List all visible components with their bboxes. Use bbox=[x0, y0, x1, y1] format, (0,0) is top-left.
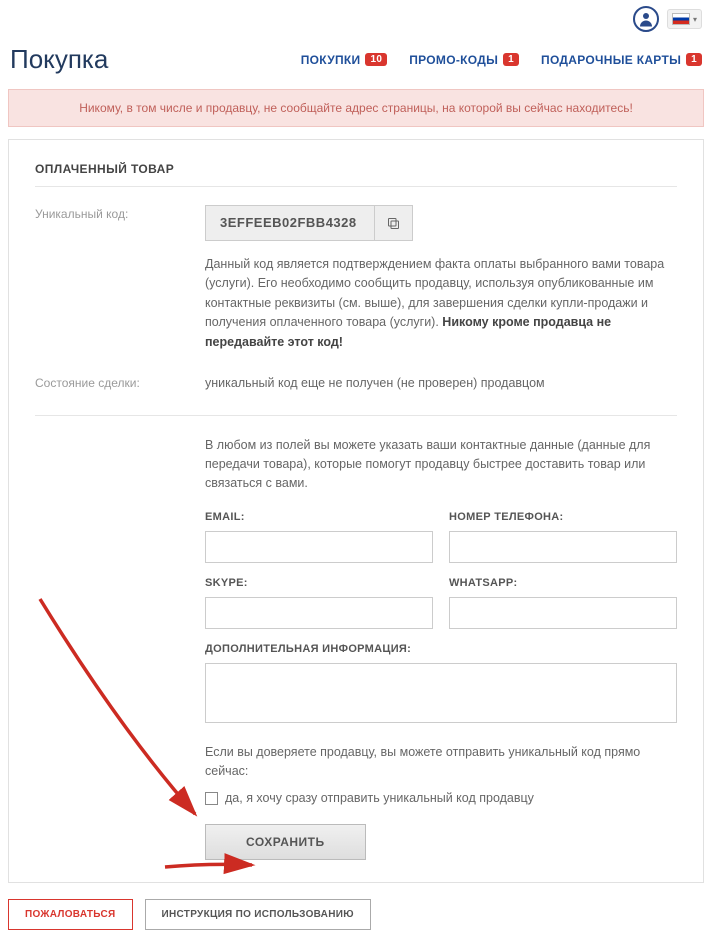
whatsapp-label: WHATSAPP: bbox=[449, 575, 677, 592]
locale-switch[interactable]: ▾ bbox=[667, 9, 702, 29]
tab-label: ПРОМО-КОДЫ bbox=[409, 53, 498, 67]
code-description: Данный код является подтверждением факта… bbox=[205, 255, 677, 352]
tab-giftcards[interactable]: ПОДАРОЧНЫЕ КАРТЫ 1 bbox=[541, 53, 702, 67]
contact-intro: В любом из полей вы можете указать ваши … bbox=[205, 436, 677, 492]
complain-button[interactable]: ПОЖАЛОВАТЬСЯ bbox=[8, 899, 133, 930]
instructions-button[interactable]: ИНСТРУКЦИЯ ПО ИСПОЛЬЗОВАНИЮ bbox=[145, 899, 371, 930]
extra-info-textarea[interactable] bbox=[205, 663, 677, 723]
section-title: ОПЛАЧЕННЫЙ ТОВАР bbox=[35, 162, 677, 187]
status-label: Состояние сделки: bbox=[35, 374, 165, 393]
phone-input[interactable] bbox=[449, 531, 677, 563]
skype-input[interactable] bbox=[205, 597, 433, 629]
extra-label: ДОПОЛНИТЕЛЬНАЯ ИНФОРМАЦИЯ: bbox=[205, 641, 677, 658]
tab-purchases[interactable]: ПОКУПКИ 10 bbox=[301, 53, 387, 67]
tab-badge: 10 bbox=[365, 53, 387, 66]
unique-code-value: 3EFFEEB02FBB4328 bbox=[205, 205, 375, 241]
copy-icon bbox=[386, 216, 401, 231]
warning-banner: Никому, в том числе и продавцу, не сообщ… bbox=[8, 89, 704, 127]
tab-label: ПОКУПКИ bbox=[301, 53, 361, 67]
trust-text: Если вы доверяете продавцу, вы можете от… bbox=[205, 743, 677, 781]
whatsapp-input[interactable] bbox=[449, 597, 677, 629]
phone-label: НОМЕР ТЕЛЕФОНА: bbox=[449, 509, 677, 526]
copy-code-button[interactable] bbox=[375, 205, 413, 241]
tab-promo[interactable]: ПРОМО-КОДЫ 1 bbox=[409, 53, 519, 67]
skype-label: SKYPE: bbox=[205, 575, 433, 592]
tab-label: ПОДАРОЧНЫЕ КАРТЫ bbox=[541, 53, 681, 67]
tab-badge: 1 bbox=[503, 53, 519, 66]
email-input[interactable] bbox=[205, 531, 433, 563]
status-value: уникальный код еще не получен (не провер… bbox=[205, 374, 677, 393]
flag-ru-icon bbox=[672, 13, 690, 25]
code-label: Уникальный код: bbox=[35, 205, 165, 352]
tab-badge: 1 bbox=[686, 53, 702, 66]
user-avatar[interactable] bbox=[633, 6, 659, 32]
save-button[interactable]: СОХРАНИТЬ bbox=[205, 824, 366, 860]
send-code-checkbox[interactable] bbox=[205, 792, 218, 805]
checkbox-label: да, я хочу сразу отправить уникальный ко… bbox=[225, 789, 534, 808]
chevron-down-icon: ▾ bbox=[693, 15, 697, 24]
email-label: EMAIL: bbox=[205, 509, 433, 526]
page-title: Покупка bbox=[10, 44, 108, 75]
order-panel: ОПЛАЧЕННЫЙ ТОВАР Уникальный код: 3EFFEEB… bbox=[8, 139, 704, 883]
